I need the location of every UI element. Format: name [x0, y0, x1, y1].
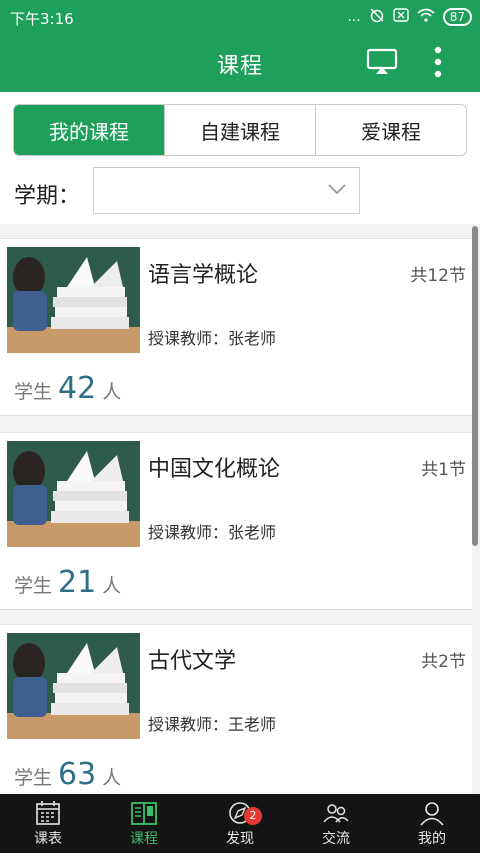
sim-icon [393, 8, 409, 26]
signal-dots-icon: ... [347, 9, 361, 25]
students-unit: 人 [102, 381, 122, 403]
students-label: 学生 [14, 575, 53, 597]
course-teacher: 授课教师：王老师 [148, 715, 277, 734]
book-icon [131, 802, 157, 825]
course-lesson-count: 共2节 [421, 652, 466, 672]
course-name: 中国文化概论 [148, 457, 281, 482]
course-card[interactable]: 中国文化概论 共1节 授课教师：张老师 学生 21 人 [0, 432, 472, 610]
wifi-icon [417, 8, 435, 26]
course-lesson-count: 共1节 [421, 460, 466, 480]
course-thumbnail [7, 633, 140, 739]
alarm-icon [369, 7, 385, 27]
discover-badge: 2 [243, 807, 262, 825]
course-filter-area: 我的课程 自建课程 爱课程 学期： [0, 92, 480, 224]
course-teacher: 授课教师：张老师 [148, 523, 277, 542]
chevron-down-icon [328, 184, 346, 195]
status-bar: 下午3:16 ... 87 [0, 0, 480, 32]
term-label: 学期： [14, 184, 81, 209]
calendar-icon [36, 801, 60, 825]
more-vertical-icon [434, 46, 442, 78]
course-tabs: 我的课程 自建课程 爱课程 [13, 104, 467, 156]
course-name: 语言学概论 [148, 263, 259, 288]
status-time: 下午3:16 [10, 10, 74, 28]
students-count: 21 [58, 565, 97, 600]
bottom-navigation: 课表 课程 2 发现 交流 我的 [0, 794, 480, 853]
screen-cast-icon [366, 48, 398, 74]
nav-label: 发现 [226, 831, 254, 847]
list-scrollbar[interactable] [472, 226, 478, 546]
students-label: 学生 [14, 767, 53, 789]
students-unit: 人 [102, 575, 122, 597]
nav-label: 课程 [130, 831, 158, 847]
cast-button[interactable] [366, 48, 398, 76]
course-thumbnail [7, 247, 140, 353]
nav-label: 我的 [418, 831, 446, 847]
nav-item-courses[interactable]: 课程 [96, 794, 192, 853]
person-icon [420, 802, 444, 826]
students-label: 学生 [14, 381, 53, 403]
course-students: 学生 42 人 [14, 371, 121, 406]
tab-my-courses[interactable]: 我的课程 [14, 105, 164, 155]
status-icons: ... 87 [347, 7, 472, 27]
course-card[interactable]: 古代文学 共2节 授课教师：王老师 学生 63 人 [0, 624, 472, 802]
students-count: 42 [58, 371, 97, 406]
nav-item-communicate[interactable]: 交流 [288, 794, 384, 853]
nav-item-mine[interactable]: 我的 [384, 794, 480, 853]
tab-icourse[interactable]: 爱课程 [315, 105, 466, 155]
nav-label: 交流 [322, 831, 350, 847]
nav-label: 课表 [34, 831, 62, 847]
course-students: 学生 63 人 [14, 757, 121, 792]
course-thumbnail [7, 441, 140, 547]
nav-item-discover[interactable]: 2 发现 [192, 794, 288, 853]
page-title: 课程 [216, 54, 263, 79]
nav-item-schedule[interactable]: 课表 [0, 794, 96, 853]
people-icon [323, 804, 349, 823]
tab-self-built-courses[interactable]: 自建课程 [164, 105, 315, 155]
course-name: 古代文学 [148, 649, 237, 674]
students-count: 63 [58, 757, 97, 792]
term-select[interactable] [93, 167, 360, 214]
course-lesson-count: 共12节 [410, 266, 466, 286]
course-card[interactable]: 语言学概论 共12节 授课教师：张老师 学生 42 人 [0, 238, 472, 416]
course-teacher: 授课教师：张老师 [148, 329, 277, 348]
more-options-button[interactable] [426, 44, 450, 80]
course-students: 学生 21 人 [14, 565, 121, 600]
app-header: 下午3:16 ... 87 课程 [0, 0, 480, 92]
students-unit: 人 [102, 767, 122, 789]
battery-icon: 87 [442, 8, 472, 26]
